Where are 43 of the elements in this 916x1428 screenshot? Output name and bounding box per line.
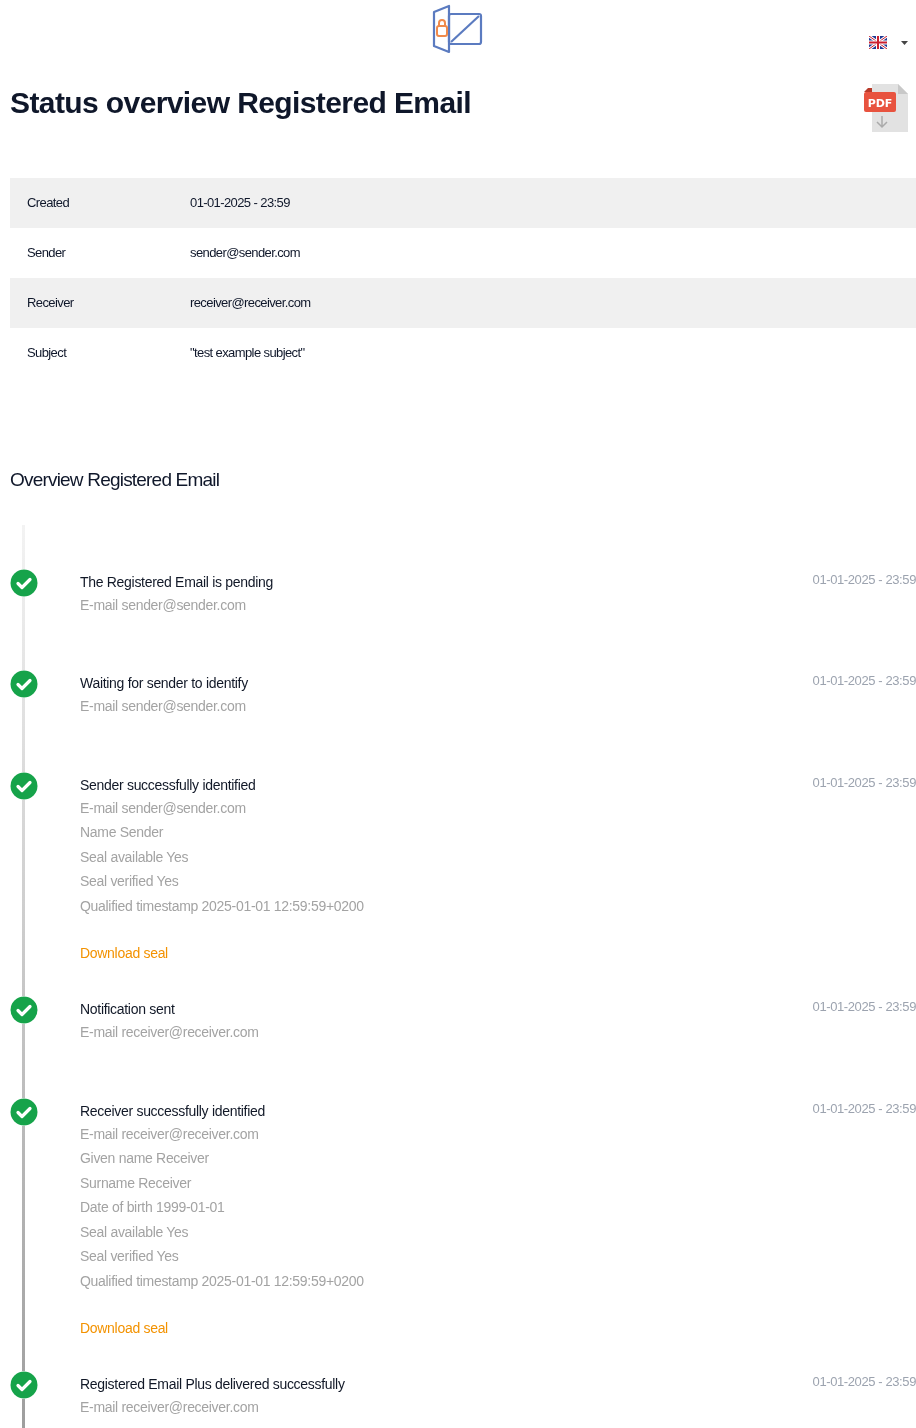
event-detail: Seal available Yes — [80, 1222, 190, 1242]
detail-value: receiver@receiver.com — [190, 294, 311, 313]
caret-icon[interactable] — [901, 40, 908, 45]
detail-label: Sender — [26, 244, 67, 263]
event-detail: Surname Receiver — [80, 1173, 193, 1193]
detail-value: sender@sender.com — [190, 244, 300, 263]
event-title: The Registered Email is pending — [80, 572, 275, 592]
event-title: Registered Email Plus delivered successfully — [80, 1375, 346, 1394]
event-detail: E-mail receiver@receiver.com — [80, 1124, 260, 1144]
event-detail: E-mail receiver@receiver.com — [80, 1398, 260, 1417]
detail-value: "test example subject" — [190, 344, 305, 363]
event-detail: Given name Receiver — [80, 1149, 210, 1168]
event-detail: E-mail sender@sender.com — [80, 595, 247, 615]
event-date: 01-01-2025 - 23:59 — [812, 672, 916, 690]
detail-value: 01-01-2025 - 23:59 — [190, 194, 290, 213]
event-detail: E-mail receiver@receiver.com — [80, 1023, 260, 1042]
event-title: Receiver successfully identified — [80, 1101, 266, 1121]
detail-label: Subject — [26, 344, 68, 363]
event-detail: E-mail sender@sender.com — [80, 697, 247, 716]
detail-label: Created — [26, 194, 71, 213]
event-date: 01-01-2025 - 23:59 — [812, 1099, 916, 1118]
event-date: 01-01-2025 - 23:59 — [812, 773, 916, 792]
event-detail: E-mail sender@sender.com — [80, 798, 247, 818]
event-detail: Seal verified Yes — [80, 1247, 180, 1266]
event-title: Sender successfully identified — [80, 775, 257, 795]
event-detail: Seal verified Yes — [80, 872, 180, 891]
flag-icon[interactable] — [869, 36, 887, 49]
event-date: 01-01-2025 - 23:59 — [812, 1373, 916, 1391]
event-title: Waiting for sender to identify — [80, 674, 249, 693]
event-detail: Name Sender — [80, 823, 165, 842]
event-date: 01-01-2025 - 23:59 — [812, 570, 916, 589]
event-detail: Date of birth 1999-01-01 — [80, 1198, 226, 1217]
event-detail: Qualified timestamp 2025-01-01 12:59:59+0200 — [80, 1271, 365, 1291]
download-seal-link[interactable]: Download seal — [80, 943, 168, 964]
logo-icon — [431, 4, 485, 54]
event-detail: Qualified timestamp 2025-01-01 12:59:59+0200 — [80, 896, 365, 916]
event-date: 01-01-2025 - 23:59 — [812, 998, 916, 1016]
download-seal-link[interactable]: Download seal — [80, 1318, 168, 1339]
page-title: Status overview Registered Email — [10, 85, 471, 121]
section-title: Overview Registered Email — [10, 468, 221, 492]
detail-label: Receiver — [26, 294, 75, 313]
event-detail: Seal available Yes — [80, 847, 190, 867]
event-title: Notification sent — [80, 1000, 176, 1019]
